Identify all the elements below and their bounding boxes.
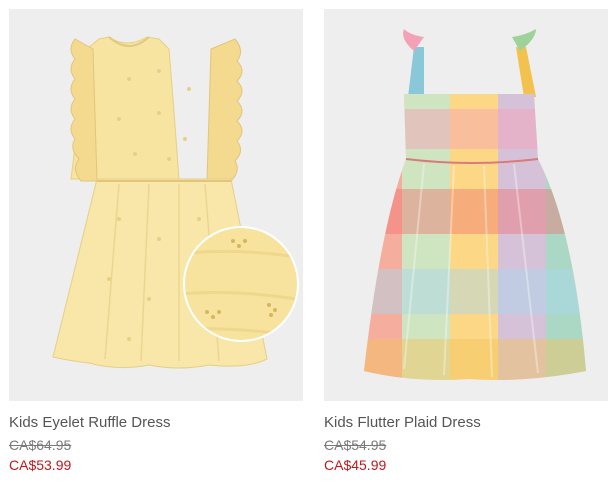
original-price: CA$54.95	[324, 437, 387, 453]
sale-price: CA$45.99	[324, 457, 387, 473]
plaid-dress-icon	[364, 29, 586, 380]
product-image-plaid-dress[interactable]	[324, 9, 608, 401]
product-title[interactable]: Kids Flutter Plaid Dress	[324, 414, 608, 432]
original-price: CA$64.95	[9, 437, 72, 453]
product-title[interactable]: Kids Eyelet Ruffle Dress	[9, 414, 303, 432]
yellow-dress-icon	[52, 36, 299, 369]
product-image-eyelet-dress[interactable]	[9, 9, 303, 401]
product-card-plaid-dress[interactable]: Kids Flutter Plaid Dress CA$54.95 CA$45.…	[324, 9, 608, 475]
product-card-eyelet-dress[interactable]: Kids Eyelet Ruffle Dress CA$64.95 CA$53.…	[9, 9, 303, 475]
sale-price: CA$53.99	[9, 457, 72, 473]
